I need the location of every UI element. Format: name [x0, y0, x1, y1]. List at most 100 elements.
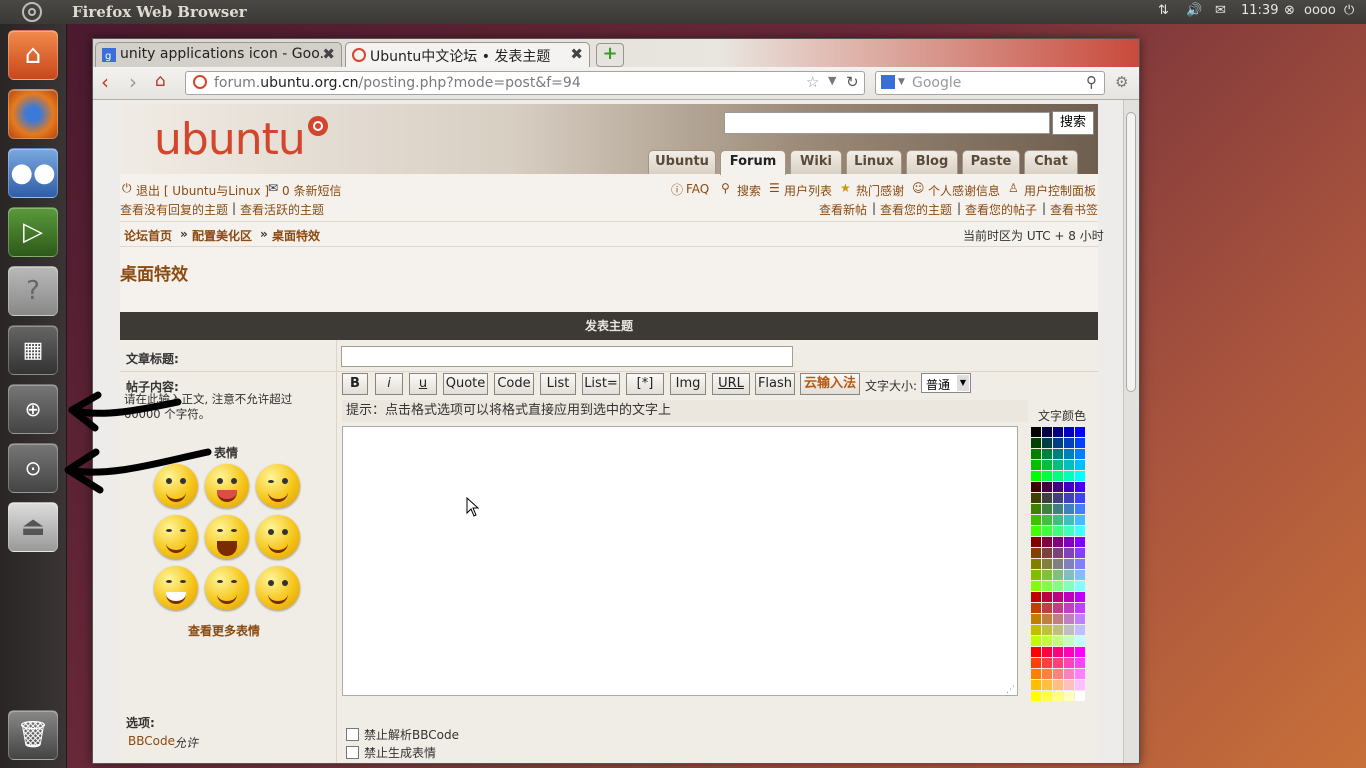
color-swatch[interactable] — [1064, 493, 1074, 503]
color-swatch[interactable] — [1075, 515, 1085, 525]
help-icon[interactable]: ? — [8, 266, 58, 316]
color-swatch[interactable] — [1075, 570, 1085, 580]
new-tab-button[interactable]: + — [596, 43, 624, 67]
tab-google-search[interactable]: g unity applications icon - Goo... ✖ — [95, 42, 342, 67]
search-bar[interactable]: ▼ Google ⚲ — [875, 71, 1105, 95]
nav-tab-forum[interactable]: Forum — [720, 150, 786, 175]
underline-button[interactable]: u — [409, 373, 437, 395]
ucp-link[interactable]: 用户控制面板 — [1024, 182, 1096, 199]
color-swatch[interactable] — [1064, 427, 1074, 437]
network-icon[interactable]: ⇅ — [1158, 3, 1169, 18]
cloud-input-button[interactable]: 云输入法 — [800, 373, 860, 395]
color-swatch[interactable] — [1053, 570, 1063, 580]
ordered-list-button[interactable]: List= — [582, 373, 620, 395]
color-swatch[interactable] — [1064, 614, 1074, 624]
new-posts-link[interactable]: 查看新帖 — [819, 201, 867, 218]
color-swatch[interactable] — [1064, 526, 1074, 536]
color-swatch[interactable] — [1042, 526, 1052, 536]
color-swatch[interactable] — [1031, 592, 1041, 602]
color-swatch[interactable] — [1075, 647, 1085, 657]
color-swatch[interactable] — [1075, 658, 1085, 668]
color-swatch[interactable] — [1031, 559, 1041, 569]
back-button[interactable]: ‹ — [101, 70, 109, 94]
message-textarea[interactable]: ⋰ — [342, 426, 1018, 696]
color-swatch[interactable] — [1042, 658, 1052, 668]
color-swatch[interactable] — [1042, 669, 1052, 679]
logout-link[interactable]: 退出 [ Ubuntu与Linux ] — [136, 182, 269, 199]
color-swatch[interactable] — [1042, 603, 1052, 613]
color-swatch[interactable] — [1031, 449, 1041, 459]
color-swatch[interactable] — [1031, 570, 1041, 580]
crumb-forum[interactable]: 桌面特效 — [272, 227, 320, 244]
color-swatch[interactable] — [1075, 548, 1085, 558]
home-folder-icon[interactable]: ⌂ — [8, 30, 58, 80]
color-swatch[interactable] — [1042, 482, 1052, 492]
color-swatch[interactable] — [1031, 625, 1041, 635]
color-swatch[interactable] — [1064, 482, 1074, 492]
more-smilies-link[interactable]: 查看更多表情 — [188, 622, 260, 639]
color-swatch[interactable] — [1075, 427, 1085, 437]
power-icon[interactable]: ⏻ — [1344, 3, 1354, 18]
color-swatch[interactable] — [1042, 548, 1052, 558]
site-search-button[interactable]: 搜索 — [1052, 111, 1094, 135]
color-swatch[interactable] — [1075, 592, 1085, 602]
color-swatch[interactable] — [1064, 680, 1074, 690]
color-swatch[interactable] — [1031, 427, 1041, 437]
disable-bbcode-checkbox[interactable] — [346, 728, 359, 741]
bookmark-star-icon[interactable]: ☆ — [806, 73, 819, 91]
color-swatch[interactable] — [1064, 515, 1074, 525]
img-button[interactable]: Img — [670, 373, 706, 395]
url-button[interactable]: URL — [712, 373, 750, 395]
bookmarks-link[interactable]: 查看书签 — [1050, 201, 1098, 218]
hot-thanks-link[interactable]: 热门感谢 — [856, 182, 904, 199]
color-swatch[interactable] — [1064, 691, 1074, 701]
color-swatch[interactable] — [1042, 515, 1052, 525]
nav-tab-linux[interactable]: Linux — [846, 150, 902, 174]
color-swatch[interactable] — [1042, 427, 1052, 437]
italic-button[interactable]: i — [375, 373, 403, 395]
color-swatch[interactable] — [1053, 636, 1063, 646]
font-size-select[interactable]: 普通 ▼ — [921, 373, 971, 393]
your-posts-link[interactable]: 查看您的帖子 — [965, 201, 1037, 218]
disable-smilies-checkbox[interactable] — [346, 746, 359, 759]
color-swatch[interactable] — [1031, 669, 1041, 679]
color-swatch[interactable] — [1053, 526, 1063, 536]
color-swatch[interactable] — [1031, 680, 1041, 690]
color-swatch[interactable] — [1042, 691, 1052, 701]
zoom-page-icon[interactable]: ⊙ — [8, 443, 58, 493]
color-swatch[interactable] — [1075, 537, 1085, 547]
messages-link[interactable]: 0 条新短信 — [282, 182, 341, 199]
color-swatch[interactable] — [1064, 669, 1074, 679]
zoom-in-icon[interactable]: ⊕ — [8, 384, 58, 434]
color-swatch[interactable] — [1031, 493, 1041, 503]
color-swatch[interactable] — [1064, 581, 1074, 591]
color-swatch[interactable] — [1053, 493, 1063, 503]
color-swatch[interactable] — [1053, 515, 1063, 525]
close-tab-icon[interactable]: ✖ — [322, 45, 335, 63]
volume-icon[interactable]: 🔊 — [1186, 3, 1202, 18]
smiley-happy-icon[interactable] — [154, 464, 198, 508]
color-swatch[interactable] — [1064, 559, 1074, 569]
user-name[interactable]: oooo — [1304, 3, 1336, 18]
nav-tab-blog[interactable]: Blog — [906, 150, 958, 174]
your-topics-link[interactable]: 查看您的主题 — [880, 201, 952, 218]
color-swatch[interactable] — [1064, 460, 1074, 470]
color-swatch[interactable] — [1064, 658, 1074, 668]
color-swatch[interactable] — [1053, 427, 1063, 437]
color-swatch[interactable] — [1064, 537, 1074, 547]
color-swatch[interactable] — [1064, 603, 1074, 613]
color-swatch[interactable] — [1031, 504, 1041, 514]
color-swatch[interactable] — [1042, 680, 1052, 690]
color-swatch[interactable] — [1031, 658, 1041, 668]
smiley-dizzy-icon[interactable] — [256, 566, 300, 610]
nav-tab-chat[interactable]: Chat — [1024, 150, 1078, 174]
color-swatch[interactable] — [1053, 559, 1063, 569]
color-swatch[interactable] — [1031, 438, 1041, 448]
color-swatch[interactable] — [1053, 625, 1063, 635]
clock[interactable]: 11:39 — [1241, 3, 1278, 18]
search-icon[interactable]: ⚲ — [1086, 73, 1097, 91]
addon-icon[interactable]: ⚙ — [1115, 73, 1128, 91]
nav-tab-paste[interactable]: Paste — [962, 150, 1020, 174]
color-swatch[interactable] — [1042, 504, 1052, 514]
site-identity-icon[interactable] — [193, 75, 207, 89]
